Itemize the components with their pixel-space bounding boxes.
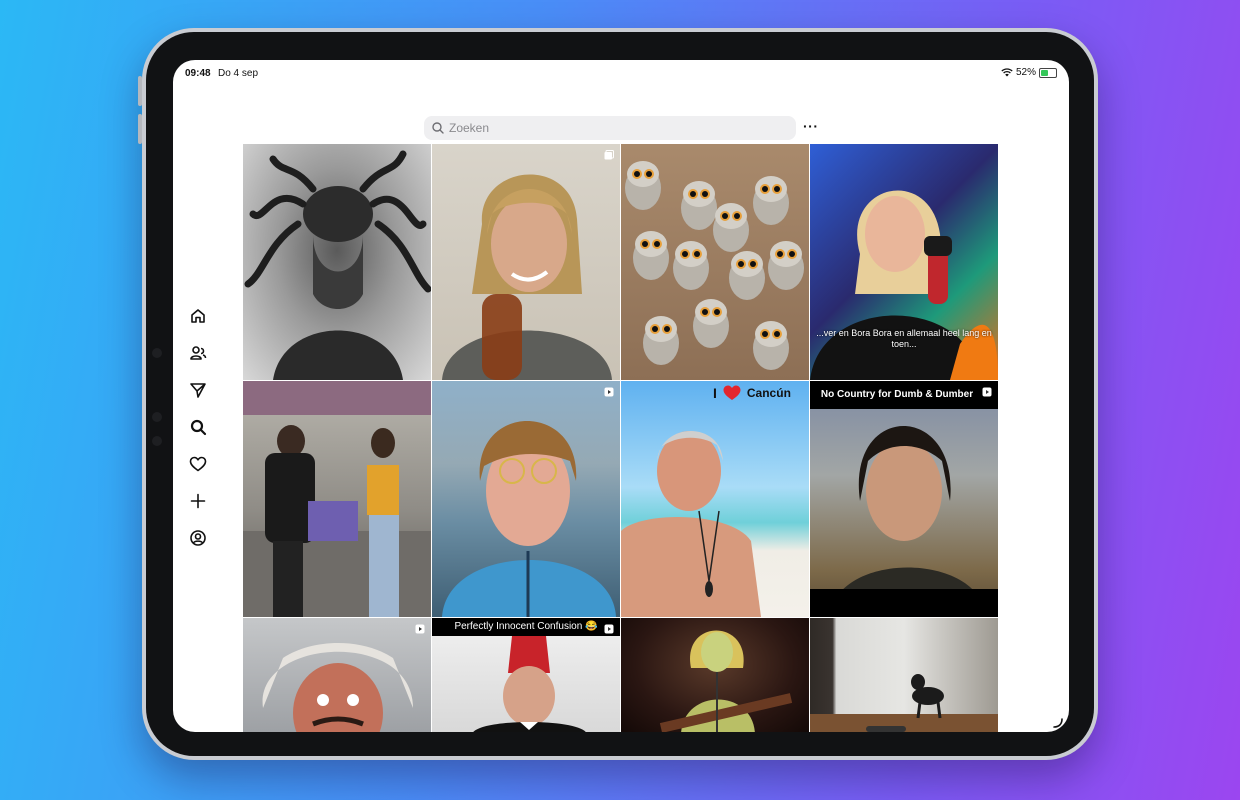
grid-post[interactable] xyxy=(243,144,431,380)
volume-button xyxy=(138,76,142,106)
nav-messages[interactable] xyxy=(186,378,210,402)
reel-icon xyxy=(604,387,614,397)
nav-create[interactable] xyxy=(186,489,210,513)
caption-suffix: Cancún xyxy=(746,386,791,400)
nav-search[interactable] xyxy=(186,415,210,439)
grid-post[interactable] xyxy=(243,618,431,732)
post-thumbnail xyxy=(621,144,809,380)
owl xyxy=(753,321,789,370)
search-icon xyxy=(432,122,444,134)
post-thumbnail xyxy=(243,618,431,732)
sensor-dot xyxy=(152,436,162,446)
nav-notifications[interactable] xyxy=(186,452,210,476)
owl xyxy=(768,241,804,290)
heart-icon xyxy=(189,456,207,472)
grid-post[interactable] xyxy=(621,618,809,732)
owl xyxy=(633,231,669,280)
home-icon xyxy=(191,309,205,323)
post-thumbnail xyxy=(243,144,431,380)
post-thumbnail xyxy=(432,144,620,380)
reel-icon xyxy=(982,387,992,397)
bezel: 09:48 Do 4 sep 52% Zoeken ··· ...ver en … xyxy=(146,32,1094,756)
owl xyxy=(713,203,749,252)
owl xyxy=(729,251,765,300)
status-date: Do 4 sep xyxy=(218,68,259,79)
resize-handle-icon xyxy=(1053,718,1063,728)
post-thumbnail xyxy=(432,618,620,732)
grid-post[interactable] xyxy=(432,144,620,380)
post-caption: Perfectly Innocent Confusion 😂 xyxy=(454,621,598,632)
explore-grid: ...ver en Bora Bora en allemaal heel lan… xyxy=(243,144,999,732)
carousel-icon xyxy=(604,150,614,160)
reel-icon xyxy=(604,624,614,634)
battery-percentage: 52% xyxy=(1015,67,1036,78)
owl xyxy=(673,241,709,290)
owls-illustration xyxy=(625,161,804,370)
post-thumbnail xyxy=(810,381,998,617)
people-icon xyxy=(190,346,207,360)
wifi-icon xyxy=(1001,68,1013,77)
heart-emoji-icon xyxy=(723,385,741,400)
grid-post[interactable] xyxy=(432,381,620,617)
post-thumbnail xyxy=(810,618,998,732)
post-thumbnail xyxy=(243,381,431,617)
owl xyxy=(693,299,729,348)
grid-post[interactable]: No Country for Dumb & Dumber xyxy=(810,381,998,617)
post-caption: I Cancún xyxy=(713,385,791,401)
plus-icon xyxy=(190,493,206,509)
grid-post[interactable]: Perfectly Innocent Confusion 😂 xyxy=(432,618,620,732)
camera-dot xyxy=(152,348,162,358)
owl xyxy=(643,316,679,365)
caption-prefix: I xyxy=(713,385,717,401)
status-bar: 09:48 Do 4 sep 52% xyxy=(173,60,1069,84)
volume-button xyxy=(138,114,142,144)
more-button[interactable]: ··· xyxy=(803,118,819,134)
owl xyxy=(681,181,717,230)
search-icon xyxy=(190,419,207,436)
nav-profile[interactable] xyxy=(186,526,210,550)
battery-icon xyxy=(1039,67,1057,78)
grid-post[interactable]: I Cancún xyxy=(621,381,809,617)
send-icon xyxy=(190,383,206,398)
post-caption: No Country for Dumb & Dumber xyxy=(820,389,974,400)
ipad-frame: 09:48 Do 4 sep 52% Zoeken ··· ...ver en … xyxy=(138,28,1098,760)
sensor-dot xyxy=(152,412,162,422)
grid-post[interactable] xyxy=(243,381,431,617)
screen: 09:48 Do 4 sep 52% Zoeken ··· ...ver en … xyxy=(173,60,1069,732)
grid-post[interactable]: ...ver en Bora Bora en allemaal heel lan… xyxy=(810,144,998,380)
battery-fill xyxy=(1041,69,1049,76)
nav-home[interactable] xyxy=(186,304,210,328)
reel-icon xyxy=(415,624,425,634)
profile-icon xyxy=(190,530,206,546)
status-right: 52% xyxy=(1001,67,1057,78)
status-time: 09:48 xyxy=(185,68,211,79)
post-caption: ...ver en Bora Bora en allemaal heel lan… xyxy=(816,328,992,349)
owl xyxy=(753,176,789,225)
owl xyxy=(625,161,661,210)
search-input[interactable] xyxy=(445,121,779,135)
grid-post[interactable] xyxy=(621,144,809,380)
post-thumbnail xyxy=(621,381,809,617)
grid-post[interactable] xyxy=(810,618,998,732)
search-bar[interactable] xyxy=(424,116,796,140)
nav-people[interactable] xyxy=(186,341,210,365)
post-thumbnail xyxy=(432,381,620,617)
post-thumbnail xyxy=(621,618,809,732)
